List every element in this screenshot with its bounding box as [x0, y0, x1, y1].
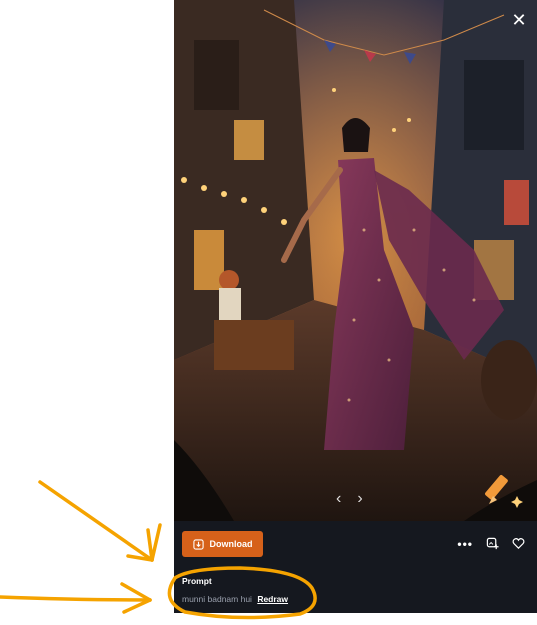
- pencil-sparkle-icon[interactable]: [483, 466, 527, 510]
- image-viewer: ✕ ‹ › Download ••• Prompt munni badnam h…: [174, 0, 537, 613]
- annotation-arrow-bottom: [0, 595, 152, 602]
- annotation-arrowhead-bottom-a: [120, 582, 152, 602]
- annotation-arrow-top: [38, 480, 154, 562]
- prompt-heading: Prompt: [182, 576, 212, 586]
- close-button[interactable]: ✕: [509, 10, 529, 30]
- image-add-icon[interactable]: [486, 537, 499, 550]
- prompt-text-line: munni badnam hui Redraw: [182, 594, 288, 604]
- download-button[interactable]: Download: [182, 531, 263, 557]
- toolbar-actions: •••: [457, 537, 525, 550]
- generated-image-illustration: [174, 0, 537, 521]
- annotation-arrowhead-top-c: [150, 523, 162, 562]
- annotation-arrowhead-top-a: [146, 528, 154, 562]
- image-nav: ‹ ›: [336, 490, 363, 508]
- generated-image: ✕ ‹ ›: [174, 0, 537, 521]
- next-image-button[interactable]: ›: [357, 490, 362, 508]
- download-label: Download: [209, 539, 253, 549]
- redraw-link[interactable]: Redraw: [257, 594, 288, 604]
- image-download-icon: [192, 538, 204, 550]
- heart-icon[interactable]: [512, 537, 525, 550]
- prompt-section: Prompt munni badnam hui Redraw: [174, 567, 537, 613]
- annotation-arrowhead-top-b: [126, 554, 154, 562]
- prev-image-button[interactable]: ‹: [336, 490, 341, 508]
- image-toolbar: Download •••: [174, 521, 537, 567]
- annotation-arrowhead-bottom-b: [122, 598, 152, 614]
- prompt-text: munni badnam hui: [182, 594, 252, 604]
- more-dots-icon[interactable]: •••: [457, 538, 473, 550]
